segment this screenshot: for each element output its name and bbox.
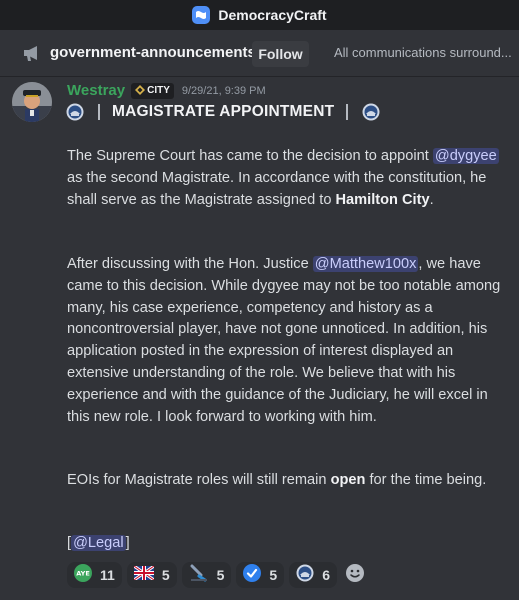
reaction-checkmark[interactable]: 5 (236, 562, 285, 588)
channel-name[interactable]: government-announcements (50, 44, 256, 61)
reaction-count: 11 (100, 567, 115, 583)
bold-text: Hamilton City (335, 191, 430, 208)
user-mention[interactable]: @dygyee (432, 148, 499, 164)
gov-seal-icon (362, 103, 380, 121)
window-titlebar: DemocracyCraft (0, 0, 519, 30)
gov-seal-icon (296, 564, 314, 587)
text: The Supreme Court has came to the decisi… (67, 148, 433, 164)
bold-text: open (330, 472, 366, 488)
add-reaction-button[interactable] (342, 562, 368, 588)
author-name[interactable]: Westray (67, 82, 125, 99)
announcement-heading: MAGISTRATE APPOINTMENT (66, 101, 380, 123)
text: , we have came to this decision. While d… (67, 256, 501, 425)
timestamp[interactable]: 9/29/21, 9:39 PM (182, 85, 266, 97)
server-tag[interactable]: CITY (131, 82, 174, 100)
server-tag-label: CITY (147, 85, 170, 96)
reaction-bar: AYE 11 5 5 5 6 (67, 562, 368, 588)
text: After discussing with the Hon. Justice (67, 256, 313, 272)
avatar[interactable] (12, 82, 52, 122)
smiley-icon (345, 563, 365, 588)
reaction-count: 5 (216, 567, 225, 583)
text: . (429, 191, 434, 208)
heading-divider (98, 104, 100, 120)
message-paragraph-2: After discussing with the Hon. Justice @… (67, 254, 507, 428)
text: ] (125, 535, 130, 551)
reaction-count: 5 (161, 567, 170, 583)
message-paragraph-1: The Supreme Court has came to the decisi… (67, 146, 507, 211)
reaction-count: 6 (322, 567, 330, 583)
gavel-icon (189, 564, 209, 587)
window-title: DemocracyCraft (218, 7, 327, 23)
text: for the time being. (365, 472, 487, 488)
server-icon (192, 6, 211, 24)
follow-button[interactable]: Follow (252, 41, 309, 67)
svg-text:AYE: AYE (76, 569, 90, 577)
reaction-count: 5 (269, 567, 278, 583)
channel-header: government-announcements Follow All comm… (0, 30, 519, 77)
reaction-gavel[interactable]: 5 (181, 562, 232, 588)
message-paragraph-4: [@Legal] (67, 533, 130, 555)
heading-divider (346, 104, 349, 120)
heading-title: MAGISTRATE APPOINTMENT (112, 103, 335, 120)
uk-flag-icon (132, 564, 155, 585)
role-mention[interactable]: @Legal (71, 535, 126, 551)
user-mention[interactable]: @Matthew100x (312, 256, 419, 272)
text: EOIs for Magistrate roles will still rem… (67, 472, 331, 488)
message-header: Westray CITY 9/29/21, 9:39 PM (67, 82, 266, 99)
aye-icon: AYE (74, 563, 92, 587)
checkmark-icon (243, 563, 262, 587)
reaction-aye[interactable]: AYE 11 (67, 562, 122, 588)
diamond-icon (135, 82, 146, 100)
message-paragraph-3: EOIs for Magistrate roles will still rem… (67, 470, 507, 492)
gov-seal-icon (66, 103, 84, 121)
channel-topic[interactable]: All communications surround... (334, 45, 519, 60)
reaction-gov-seal[interactable]: 6 (289, 562, 337, 588)
announcement-channel-icon (22, 44, 42, 67)
reaction-uk-flag[interactable]: 5 (126, 562, 177, 588)
